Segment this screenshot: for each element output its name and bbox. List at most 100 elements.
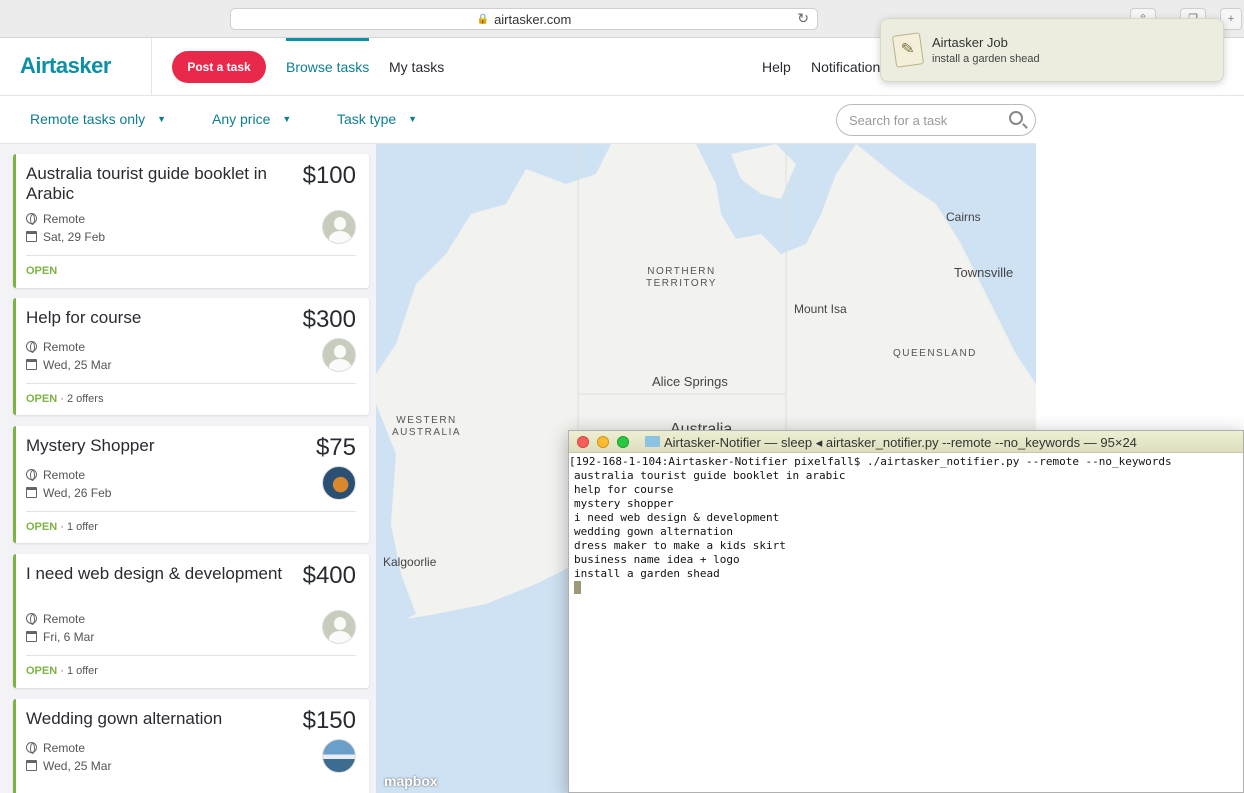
caret-down-icon: ▼ [408,114,418,124]
zoom-icon[interactable] [617,436,629,448]
map-region-northern-territory: NORTHERN TERRITORY [646,266,717,289]
calendar-icon [26,487,37,498]
nav-my-tasks[interactable]: My tasks [389,59,444,75]
terminal-output[interactable]: [192-168-1-104:Airtasker-Notifier pixelf… [569,455,1243,596]
task-price: $400 [302,562,356,589]
notification-body: install a garden shead [932,53,1040,65]
task-title: Mystery Shopper [26,436,155,455]
task-date: Fri, 6 Mar [26,630,94,644]
task-title: Wedding gown alternation [26,709,223,728]
map-label-cairns: Cairns [946,210,981,224]
globe-icon [26,469,37,481]
terminal-line: [192-168-1-104:Airtasker-Notifier pixelf… [569,455,1172,468]
task-price: $300 [302,306,356,333]
terminal-line: mystery shopper [574,497,674,510]
globe-icon [26,613,37,625]
nav-help[interactable]: Help [762,59,791,75]
notification-title: Airtasker Job [932,35,1008,50]
post-task-button[interactable]: Post a task [172,51,266,83]
task-title: Help for course [26,308,142,327]
card-divider [26,655,356,656]
notification-banner[interactable]: ✎ Airtasker Job install a garden shead [880,18,1224,82]
terminal-line: australia tourist guide booklet in arabi… [574,469,846,482]
price-filter-dropdown[interactable]: Any price ▼ [212,111,291,127]
url-text: airtasker.com [494,11,572,27]
task-list: Australia tourist guide booklet in Arabi… [0,144,376,793]
mapbox-logo[interactable]: mapbox [384,773,438,789]
terminal-line: dress maker to make a kids skirt [574,539,786,552]
timor-sea [376,144,611,374]
task-date: Wed, 25 Mar [26,358,111,372]
minimize-icon[interactable] [597,436,609,448]
task-location: Remote [26,340,85,354]
task-date: Sat, 29 Feb [26,230,105,244]
globe-icon [26,341,37,353]
task-card[interactable]: Wedding gown alternation $150 Remote Wed… [13,699,369,793]
calendar-icon [26,760,37,771]
globe-icon [26,213,37,225]
task-location: Remote [26,612,85,626]
airtasker-logo[interactable]: Airtasker [20,53,111,79]
nav-notifications[interactable]: Notification [811,59,880,75]
nav-browse-tasks[interactable]: Browse tasks [286,59,369,75]
search-icon[interactable] [1009,111,1023,125]
task-status: OPEN [26,265,58,277]
avatar[interactable] [322,338,356,372]
task-card[interactable]: Mystery Shopper $75 Remote Wed, 26 Feb O… [13,426,369,543]
map-label-alice-springs: Alice Springs [652,374,728,389]
terminal-window[interactable]: Airtasker-Notifier — sleep ◂ airtasker_n… [568,430,1244,793]
calendar-icon [26,631,37,642]
avatar[interactable] [322,610,356,644]
map-label-mount-isa: Mount Isa [794,302,847,316]
task-location: Remote [26,741,85,755]
avatar[interactable] [322,739,356,773]
task-date: Wed, 25 Mar [26,759,111,773]
address-bar[interactable]: 🔒 airtasker.com ↻ [230,8,818,30]
task-status: OPEN · 1 offer [26,665,98,677]
caret-down-icon: ▼ [157,114,167,124]
header-divider [151,38,152,96]
folder-icon [645,436,660,447]
script-editor-icon: ✎ [891,32,925,68]
task-type-dropdown[interactable]: Task type ▼ [337,111,417,127]
active-tab-indicator [286,38,369,41]
task-date: Wed, 26 Feb [26,486,111,500]
terminal-cursor-line [574,581,1243,596]
task-card[interactable]: Australia tourist guide booklet in Arabi… [13,154,369,288]
terminal-line: help for course [574,483,674,496]
globe-icon [26,742,37,754]
task-price: $75 [315,434,356,461]
task-card[interactable]: I need web design & development $400 Rem… [13,554,369,688]
task-price: $100 [302,162,356,189]
task-card[interactable]: Help for course $300 Remote Wed, 25 Mar … [13,298,369,415]
terminal-line: install a garden shead [574,567,720,580]
close-icon[interactable] [577,436,589,448]
task-status: OPEN · 2 offers [26,393,104,405]
map-label-kalgoorlie: Kalgoorlie [383,555,437,569]
map-label-townsville: Townsville [954,265,1014,280]
terminal-titlebar[interactable]: Airtasker-Notifier — sleep ◂ airtasker_n… [569,431,1243,453]
map-region-queensland: QUEENSLAND [893,348,977,359]
calendar-icon [26,359,37,370]
task-location: Remote [26,212,85,226]
map-region-western-australia: WESTERN AUSTRALIA [392,415,462,438]
avatar[interactable] [322,210,356,244]
remote-filter-dropdown[interactable]: Remote tasks only ▼ [30,111,166,127]
reload-icon[interactable]: ↻ [797,10,809,27]
terminal-line: wedding gown alternation [574,525,733,538]
card-divider [26,511,356,512]
caret-down-icon: ▼ [282,114,292,124]
calendar-icon [26,231,37,242]
task-title: I need web design & development [26,564,283,583]
card-divider [26,255,356,256]
terminal-line: business name idea + logo [574,553,740,566]
text-cursor [574,581,581,594]
task-price: $150 [302,707,356,734]
terminal-title: Airtasker-Notifier — sleep ◂ airtasker_n… [664,435,1137,450]
avatar[interactable] [322,466,356,500]
card-divider [26,383,356,384]
lock-icon: 🔒 [476,13,490,25]
search-input[interactable]: Search for a task [836,104,1036,136]
task-title: Australia tourist guide booklet in Arabi… [26,164,267,203]
terminal-line: i need web design & development [574,511,780,524]
